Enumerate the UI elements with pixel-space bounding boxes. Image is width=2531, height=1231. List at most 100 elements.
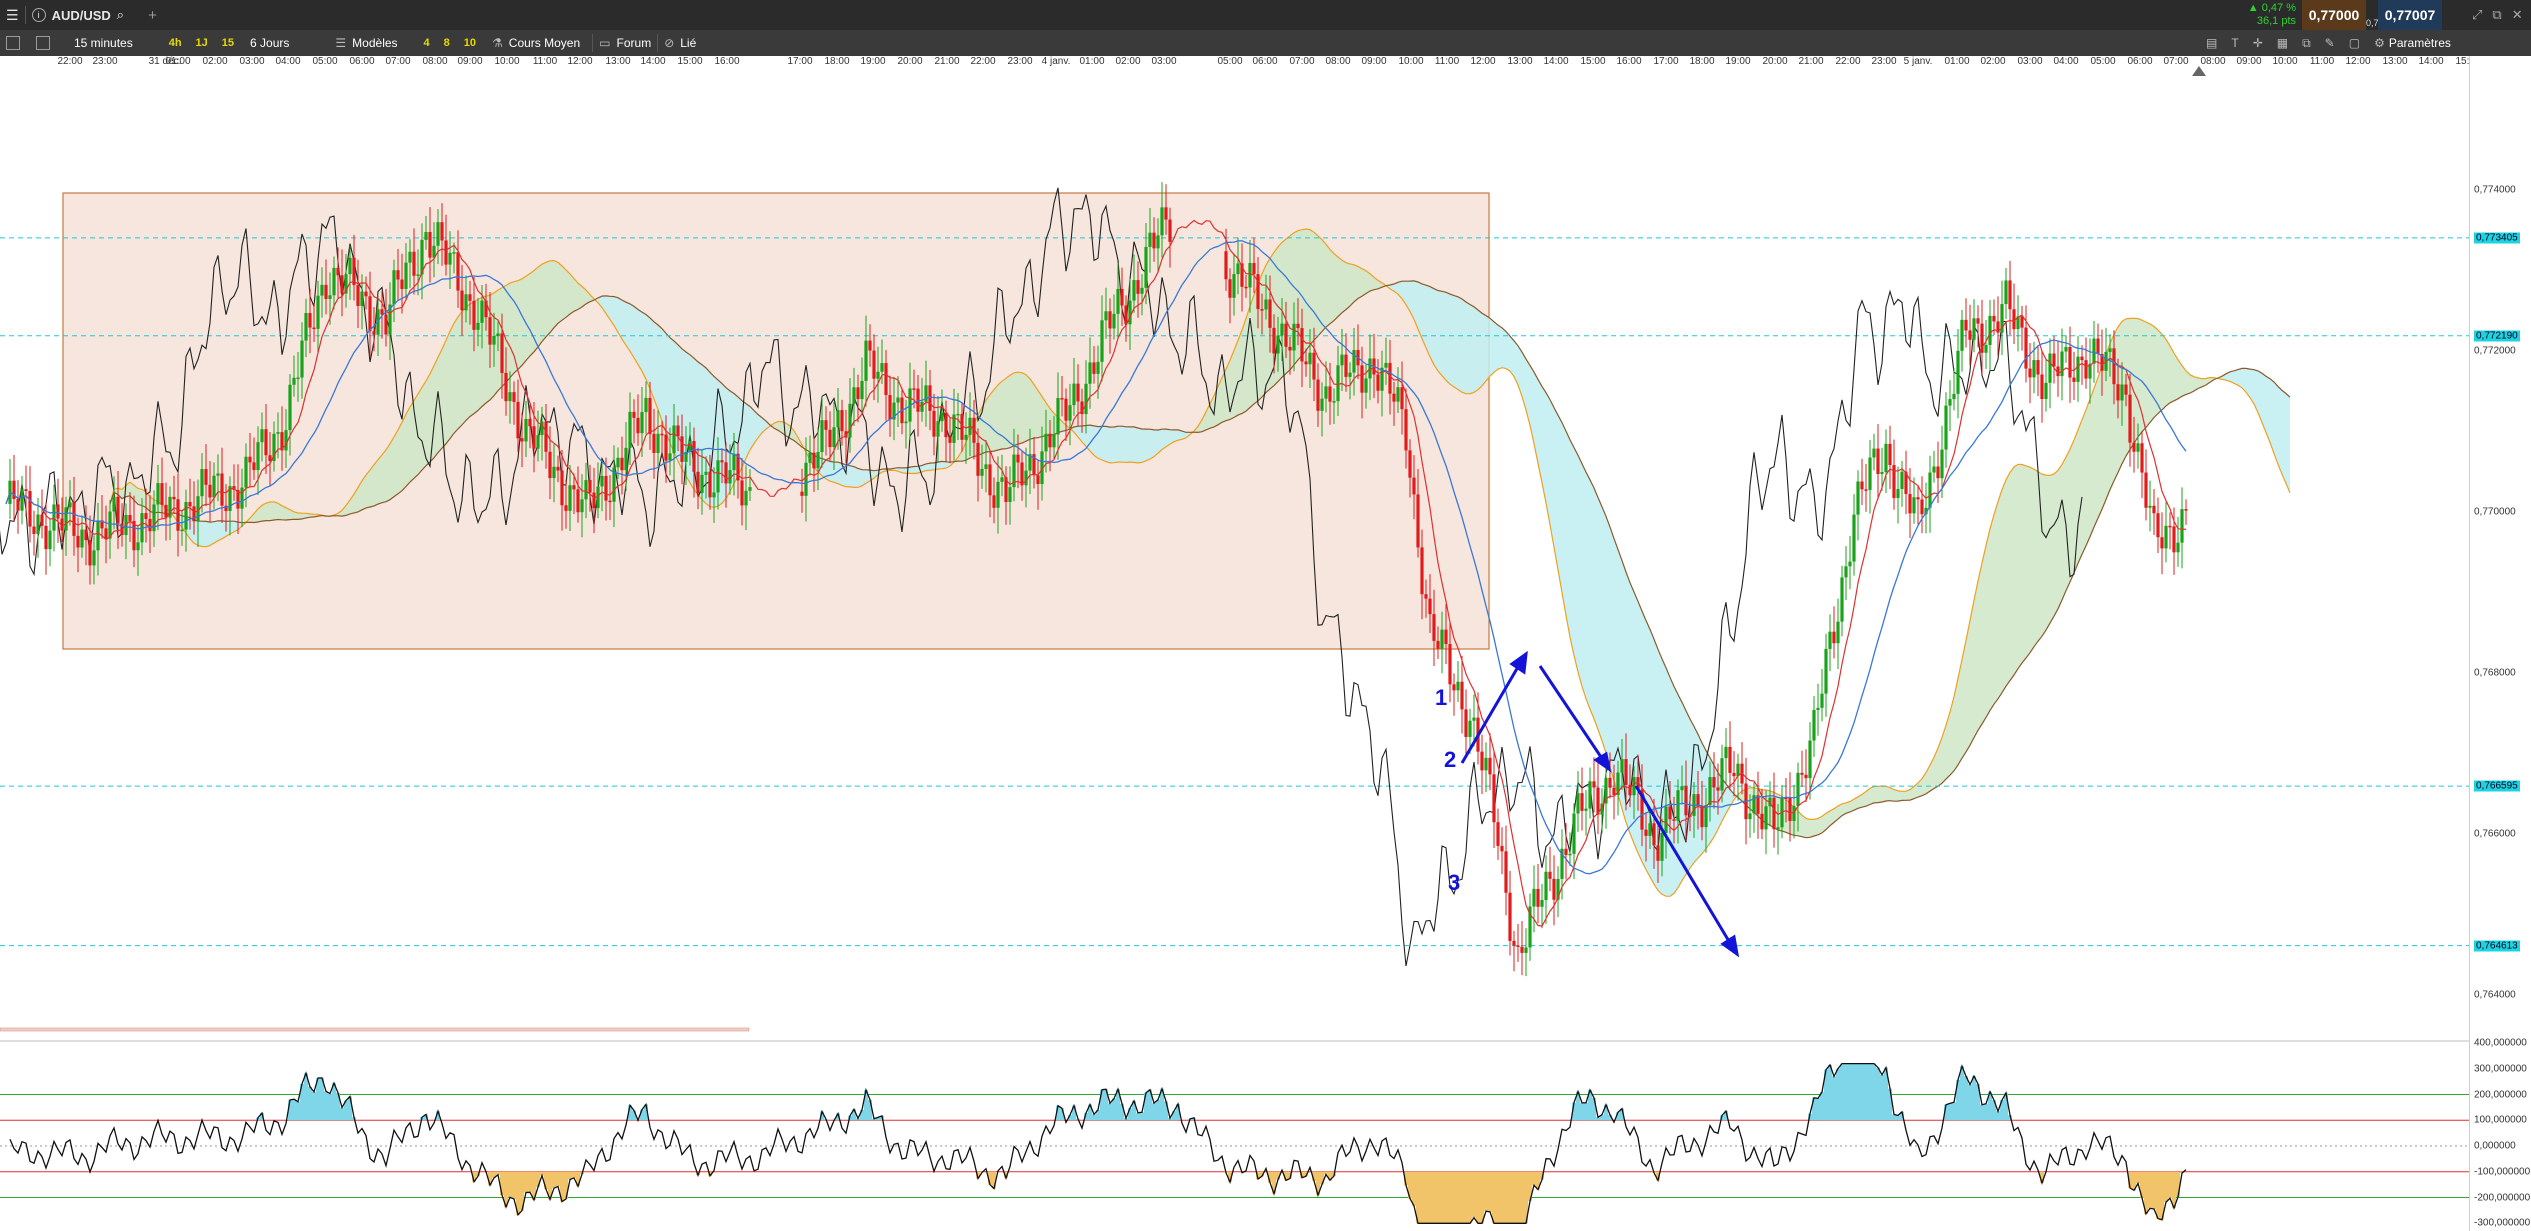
- tf-4h-button[interactable]: 4h: [165, 34, 186, 52]
- grid-icon[interactable]: [36, 36, 50, 50]
- candle-body: [956, 413, 960, 416]
- layout-icon[interactable]: [6, 36, 20, 50]
- candle-body: [712, 492, 716, 498]
- candle-body: [672, 425, 676, 454]
- candle-body: [2064, 346, 2068, 352]
- crosshair-icon[interactable]: ✛: [2253, 36, 2263, 50]
- preset-8-button[interactable]: 8: [440, 34, 454, 52]
- settings-button[interactable]: Paramètres: [2389, 36, 2451, 50]
- candle-body: [1620, 759, 1624, 773]
- forum-button[interactable]: Forum: [617, 36, 652, 50]
- candle-body: [176, 499, 180, 531]
- link-icon[interactable]: ⊘: [664, 36, 674, 50]
- candle-body: [52, 504, 56, 531]
- average-price-button[interactable]: Cours Moyen: [509, 36, 580, 50]
- candle-body: [536, 435, 540, 449]
- preset-10-button[interactable]: 10: [460, 34, 480, 52]
- candle-body: [320, 284, 324, 296]
- candle-body: [1268, 299, 1272, 328]
- text-tool-icon[interactable]: T: [2231, 36, 2238, 50]
- linked-button[interactable]: Lié: [680, 36, 696, 50]
- candle-body: [1420, 547, 1424, 595]
- candle-body: [1832, 631, 1836, 644]
- candle-body: [1720, 758, 1724, 791]
- ichimoku-cloud-segment: [370, 464, 374, 508]
- ichimoku-cloud-segment: [1674, 686, 1678, 894]
- ichimoku-cloud-segment: [1498, 325, 1502, 370]
- ask-price-button[interactable]: 0,77007: [2378, 0, 2442, 30]
- object-list-icon[interactable]: ▤: [2206, 36, 2217, 50]
- close-icon[interactable]: ✕: [2512, 7, 2523, 23]
- ichimoku-cloud-segment: [1278, 242, 1282, 382]
- candle-body: [1668, 806, 1672, 820]
- menu-icon[interactable]: ☰: [6, 7, 19, 24]
- candle-body: [624, 447, 628, 471]
- candle-body: [840, 410, 844, 432]
- ichimoku-cloud-segment: [382, 449, 386, 503]
- candle-body: [2132, 442, 2136, 452]
- bid-price: 0,77000: [2308, 7, 2360, 23]
- time-axis-label: 06:00: [349, 56, 375, 67]
- candle-body: [1648, 823, 1652, 836]
- candle-body: [692, 441, 696, 472]
- candle-body: [1624, 759, 1628, 785]
- candle-body: [628, 411, 632, 448]
- draw-tool-icon[interactable]: ✎: [2325, 36, 2335, 50]
- ichimoku-cloud-segment: [526, 273, 530, 361]
- instrument-symbol[interactable]: AUD/USD: [52, 8, 111, 23]
- ichimoku-cloud-segment: [1490, 318, 1494, 377]
- add-tab-icon[interactable]: +: [148, 7, 157, 24]
- tf-15-button[interactable]: 15: [218, 34, 238, 52]
- ichimoku-cloud-segment: [2150, 323, 2154, 423]
- candle-body: [544, 421, 548, 452]
- timeframe-select[interactable]: 15 minutes: [74, 36, 133, 50]
- candle-body: [1264, 299, 1268, 310]
- candle-body: [524, 418, 528, 442]
- detach-icon[interactable]: ⤢: [2472, 7, 2482, 23]
- time-axis-label: 07:00: [385, 56, 411, 67]
- candle-body: [476, 322, 480, 330]
- candle-body: [2052, 353, 2056, 367]
- preset-4-button[interactable]: 4: [420, 34, 434, 52]
- candle-body: [1048, 433, 1052, 448]
- price-marker-label: 0,764613: [2474, 940, 2520, 952]
- models-icon[interactable]: ☰: [335, 36, 346, 50]
- candle-body: [1888, 443, 1892, 466]
- candle-body: [1320, 398, 1324, 411]
- candle-body: [988, 464, 992, 496]
- maximize-icon[interactable]: ⧉: [2492, 7, 2501, 23]
- instrument-info-icon[interactable]: i: [31, 8, 46, 22]
- candle-body: [552, 466, 556, 479]
- candle-body: [640, 412, 644, 434]
- chart-divider-bar: [0, 1027, 750, 1032]
- ichimoku-cloud-segment: [458, 311, 462, 429]
- ichimoku-cloud-segment: [1326, 244, 1330, 328]
- candle-body: [832, 427, 836, 448]
- tf-1j-button[interactable]: 1J: [192, 34, 212, 52]
- models-button[interactable]: Modèles: [352, 36, 397, 50]
- scroll-marker-icon[interactable]: [2192, 66, 2206, 76]
- period-select[interactable]: 6 Jours: [250, 36, 289, 50]
- candle-body: [920, 401, 924, 412]
- candle-body: [1392, 393, 1396, 402]
- price-chart[interactable]: 1 2 3: [0, 68, 2469, 1231]
- indicator-icon[interactable]: ▦: [2277, 36, 2288, 50]
- ichimoku-cloud-segment: [1310, 229, 1314, 345]
- bid-price-button[interactable]: 0,77000: [2302, 0, 2366, 30]
- screenshot-icon[interactable]: ⧉: [2302, 36, 2311, 51]
- candle-body: [1164, 207, 1168, 220]
- comment-icon[interactable]: ▢: [2349, 36, 2360, 50]
- candle-body: [1968, 330, 1972, 340]
- forum-icon[interactable]: ▭: [599, 36, 610, 50]
- candle-body: [812, 452, 816, 469]
- search-icon[interactable]: ⌕: [117, 7, 124, 23]
- candle-body: [596, 486, 600, 509]
- candle-body: [72, 502, 76, 536]
- average-price-icon[interactable]: ⚗: [492, 36, 503, 50]
- candle-body: [1444, 629, 1448, 645]
- candle-body: [116, 496, 120, 524]
- candle-body: [588, 480, 592, 493]
- settings-icon[interactable]: ⚙: [2374, 36, 2385, 50]
- ichimoku-cloud-segment: [1586, 472, 1590, 710]
- candle-body: [2048, 353, 2052, 383]
